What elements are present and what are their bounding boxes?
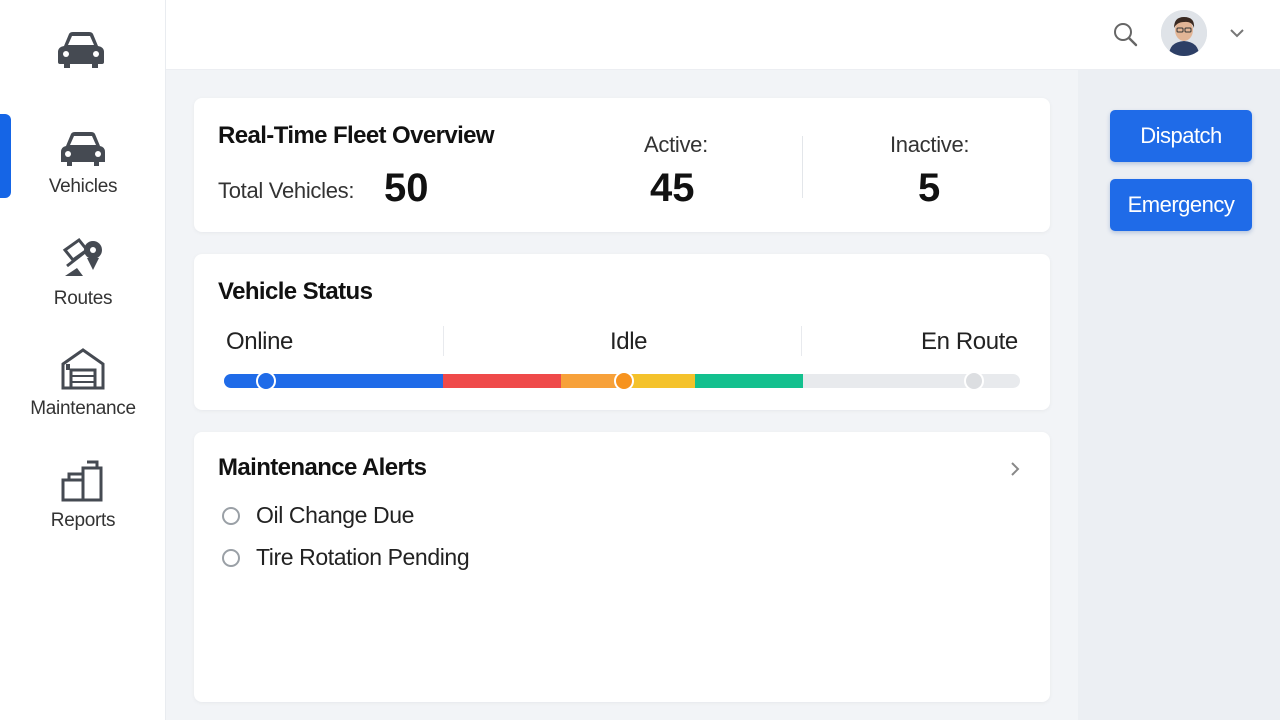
en-route-segment (695, 374, 803, 388)
status-label-en-route: En Route (921, 328, 1018, 355)
status-label-online: Online (226, 328, 293, 355)
search-icon[interactable] (1111, 20, 1139, 48)
status-label-idle: Idle (610, 328, 648, 355)
top-bar (166, 0, 1280, 70)
status-separator (443, 326, 444, 356)
total-vehicles-value: 50 (384, 166, 429, 210)
sidebar-item-label: Vehicles (48, 176, 118, 197)
user-avatar-icon (1161, 10, 1207, 56)
car-logo-icon (58, 32, 104, 68)
online-slider-knob[interactable] (256, 371, 276, 391)
vehicle-status-card: Vehicle Status Online Idle En Route (194, 254, 1050, 410)
offline-segment (443, 374, 561, 388)
idle-slider-knob[interactable] (614, 371, 634, 391)
chevron-down-icon[interactable] (1226, 22, 1248, 44)
alert-text: Oil Change Due (256, 502, 415, 528)
sidebar-item-reports[interactable]: Reports (0, 458, 166, 548)
vehicle-status-title: Vehicle Status (218, 278, 373, 305)
sidebar-item-label: Routes (53, 288, 113, 309)
sidebar-item-maintenance[interactable]: Maintenance (0, 346, 166, 436)
maintenance-alerts-title: Maintenance Alerts (218, 454, 427, 481)
fleet-overview-card: Real-Time Fleet Overview Total Vehicles:… (194, 98, 1050, 232)
maintenance-alerts-card: Maintenance Alerts Oil Change Due Tire R… (194, 432, 1050, 702)
route-icon (62, 237, 102, 276)
garage-icon (61, 348, 105, 390)
inactive-label: Inactive: (890, 132, 970, 157)
sidebar-item-vehicles[interactable]: Vehicles (0, 124, 166, 214)
sidebar-item-label: Maintenance (30, 398, 136, 419)
total-vehicles-label: Total Vehicles: (218, 178, 355, 203)
reports-icon (61, 460, 103, 502)
emergency-button[interactable]: Emergency (1110, 179, 1252, 231)
dispatch-button[interactable]: Dispatch (1110, 110, 1252, 162)
chevron-right-icon[interactable] (1004, 458, 1026, 480)
active-label: Active: (644, 132, 708, 157)
alert-item[interactable]: Tire Rotation Pending (222, 544, 470, 571)
active-value: 45 (650, 166, 695, 210)
inactive-value: 5 (918, 166, 941, 210)
stat-divider (802, 136, 803, 198)
sidebar: Vehicles Routes Maintenance Reports (0, 0, 166, 720)
alert-radio[interactable] (222, 548, 240, 567)
en-route-slider-knob[interactable] (964, 371, 984, 391)
alert-radio[interactable] (222, 506, 240, 525)
fleet-overview-title: Real-Time Fleet Overview (218, 122, 495, 149)
alert-text: Tire Rotation Pending (256, 544, 470, 570)
status-separator (801, 326, 802, 356)
avatar[interactable] (1161, 10, 1207, 56)
alert-item[interactable]: Oil Change Due (222, 502, 414, 529)
idle-segment-yellow (624, 374, 695, 388)
sidebar-item-label: Reports (50, 510, 116, 531)
sidebar-item-routes[interactable]: Routes (0, 236, 166, 326)
car-icon (61, 132, 105, 166)
right-action-panel (1078, 70, 1280, 720)
